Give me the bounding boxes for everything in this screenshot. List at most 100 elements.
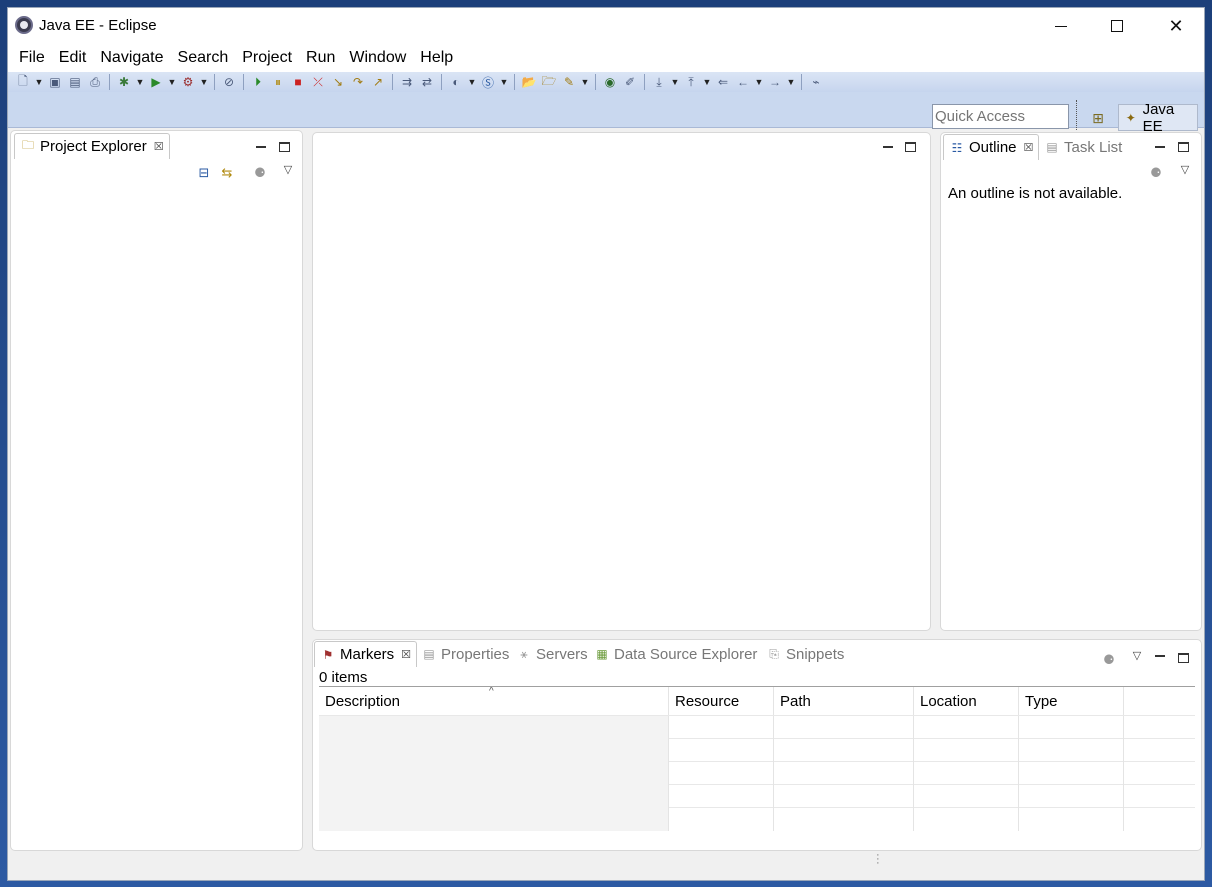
- window-title: Java EE - Eclipse: [39, 17, 157, 34]
- skip-breakpoints-icon[interactable]: ⊘: [220, 74, 238, 90]
- new-dropdown-icon[interactable]: ▼: [34, 77, 44, 87]
- tab-outline[interactable]: ☷ Outline ☒: [943, 134, 1040, 160]
- quick-access-input[interactable]: [932, 104, 1069, 129]
- tab-servers[interactable]: ⚹ Servers: [511, 641, 593, 667]
- close-button[interactable]: ✕: [1153, 12, 1199, 40]
- search-dropdown-icon[interactable]: ▼: [580, 77, 590, 87]
- maximize-editor-button[interactable]: [903, 140, 917, 154]
- step-over-icon[interactable]: ↷: [349, 74, 367, 90]
- tab-project-explorer[interactable]: 🗀 Project Explorer ☒: [14, 133, 170, 159]
- external-tools-dropdown-icon[interactable]: ▼: [199, 77, 209, 87]
- column-header-resource[interactable]: Resource: [669, 687, 774, 715]
- maximize-view-button[interactable]: [277, 140, 291, 154]
- new-server-dropdown-icon[interactable]: ▼: [467, 77, 477, 87]
- new-server-icon[interactable]: ◐: [447, 74, 465, 90]
- focus-icon[interactable]: ⚈: [1100, 652, 1118, 668]
- status-bar-drag-handle[interactable]: · · ·: [876, 850, 880, 869]
- view-menu-icon[interactable]: ▽: [1176, 161, 1194, 177]
- view-menu-icon[interactable]: ▽: [279, 161, 297, 177]
- previous-annotation-icon[interactable]: ⤒: [682, 74, 700, 90]
- open-task-icon[interactable]: 🗁: [540, 74, 558, 90]
- step-into-icon[interactable]: ↘: [329, 74, 347, 90]
- tab-data-source-explorer[interactable]: ▦ Data Source Explorer: [589, 641, 762, 667]
- save-icon[interactable]: ▣: [46, 74, 64, 90]
- menu-window[interactable]: Window: [342, 44, 413, 72]
- back-dropdown-icon[interactable]: ▼: [754, 77, 764, 87]
- open-type-icon[interactable]: 📂: [520, 74, 538, 90]
- tab-snippets[interactable]: ⎘ Snippets: [761, 641, 849, 667]
- search-icon[interactable]: ✎: [560, 74, 578, 90]
- run-dropdown-icon[interactable]: ▼: [167, 77, 177, 87]
- use-step-filters-icon[interactable]: ⇉: [398, 74, 416, 90]
- resume-icon[interactable]: ⏵: [249, 74, 267, 90]
- minimize-editor-button[interactable]: [881, 140, 895, 154]
- maximize-editor-icon: [904, 142, 916, 152]
- step-return-icon[interactable]: ↗: [369, 74, 387, 90]
- minimize-view-button[interactable]: [254, 140, 268, 154]
- print-icon[interactable]: ⎙: [86, 74, 104, 90]
- last-edit-location-icon[interactable]: ⇐: [714, 74, 732, 90]
- run-icon[interactable]: ▶: [147, 74, 165, 90]
- terminate-icon[interactable]: ■: [289, 74, 307, 90]
- previous-annotation-dropdown-icon[interactable]: ▼: [702, 77, 712, 87]
- external-tools-icon[interactable]: ⚙: [179, 74, 197, 90]
- next-annotation-dropdown-icon[interactable]: ▼: [670, 77, 680, 87]
- minimize-view-button[interactable]: [1153, 140, 1167, 154]
- minimize-view-button[interactable]: [1153, 649, 1167, 663]
- open-perspective-button[interactable]: ⊞: [1088, 108, 1108, 128]
- new-class-icon[interactable]: Ⓢ: [479, 74, 497, 90]
- forward-icon[interactable]: →: [766, 74, 784, 90]
- forward-dropdown-icon[interactable]: ▼: [786, 77, 796, 87]
- menu-help[interactable]: Help: [413, 44, 460, 72]
- save-all-icon[interactable]: ▤: [66, 74, 84, 90]
- eclipse-icon: [15, 16, 33, 34]
- maximize-button[interactable]: [1094, 12, 1140, 40]
- menu-navigate[interactable]: Navigate: [93, 44, 170, 72]
- maximize-view-button[interactable]: [1176, 140, 1190, 154]
- minimize-button[interactable]: [1038, 12, 1084, 40]
- back-icon[interactable]: ←: [734, 74, 752, 90]
- tab-markers[interactable]: ⚑ Markers ☒: [314, 641, 418, 667]
- view-menu-icon[interactable]: ▽: [1128, 647, 1146, 663]
- java-ee-perspective-button[interactable]: ✦ Java EE: [1118, 101, 1198, 135]
- close-tab-icon[interactable]: ☒: [401, 648, 411, 661]
- outline-message: An outline is not available.: [948, 185, 1123, 202]
- suspend-icon[interactable]: ⏸: [269, 74, 287, 90]
- debug-icon[interactable]: ✱: [115, 74, 133, 90]
- menu-project[interactable]: Project: [235, 44, 299, 72]
- close-tab-icon[interactable]: ☒: [1024, 141, 1034, 154]
- link-with-editor-icon[interactable]: ⇆: [218, 165, 236, 181]
- new-icon[interactable]: 🗋: [14, 74, 32, 90]
- column-header-path[interactable]: Path: [774, 687, 914, 715]
- drop-to-frame-icon[interactable]: ⇄: [418, 74, 436, 90]
- maximize-view-button[interactable]: [1176, 651, 1190, 665]
- outline-panel: ☷ Outline ☒ ▤ Task List ⚈ ▽ An outline i…: [940, 132, 1202, 631]
- focus-icon[interactable]: ⚈: [251, 165, 269, 181]
- tab-properties[interactable]: ▤ Properties: [416, 641, 514, 667]
- menu-run[interactable]: Run: [299, 44, 342, 72]
- menu-search[interactable]: Search: [171, 44, 236, 72]
- focus-icon[interactable]: ⚈: [1147, 165, 1165, 181]
- table-row: [319, 761, 1195, 785]
- web-browser-icon[interactable]: ◉: [601, 74, 619, 90]
- menu-file[interactable]: File: [12, 44, 52, 72]
- tab-label: Servers: [536, 645, 588, 663]
- disconnect-icon[interactable]: ⤫: [309, 74, 327, 90]
- column-header-type[interactable]: Type: [1019, 687, 1124, 715]
- debug-dropdown-icon[interactable]: ▼: [135, 77, 145, 87]
- column-header-description[interactable]: Description ^: [319, 687, 669, 715]
- toggle-mark-occurrences-icon[interactable]: ✐: [621, 74, 639, 90]
- close-tab-icon[interactable]: ☒: [154, 140, 164, 153]
- toolbar-separator: [801, 74, 802, 90]
- tab-task-list[interactable]: ▤ Task List: [1039, 134, 1127, 160]
- perspective-label: Java EE: [1142, 100, 1175, 135]
- task-list-icon: ▤: [1046, 140, 1058, 154]
- next-annotation-icon[interactable]: ⤓: [650, 74, 668, 90]
- column-header-location[interactable]: Location: [914, 687, 1019, 715]
- collapse-all-icon[interactable]: ⊟: [195, 165, 213, 181]
- tab-label: Data Source Explorer: [614, 645, 758, 663]
- pin-editor-icon[interactable]: ⌁: [807, 74, 825, 90]
- menu-edit[interactable]: Edit: [52, 44, 94, 72]
- minimize-icon: [1055, 25, 1067, 27]
- new-class-dropdown-icon[interactable]: ▼: [499, 77, 509, 87]
